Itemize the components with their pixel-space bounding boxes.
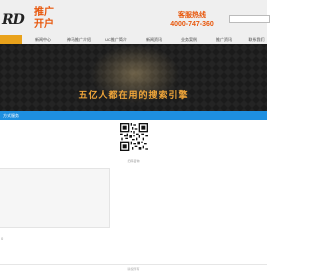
qr-code-icon: [120, 123, 148, 151]
qr-caption: 扫码咨询: [127, 159, 140, 163]
footer-divider: [0, 264, 267, 265]
nav-item-home[interactable]: [0, 35, 22, 44]
hotline: 客服热线 4000-747-360: [164, 11, 220, 29]
logo-mark: RD: [2, 12, 25, 28]
hotline-label: 客服热线: [178, 12, 206, 19]
nav-item-cases[interactable]: 业务案例: [177, 35, 201, 44]
section-title: 方式服务: [3, 113, 19, 118]
footer-text: 版权所有: [127, 267, 140, 271]
search-input[interactable]: [229, 15, 270, 23]
nav-item-shenma[interactable]: 神马推广介绍: [64, 35, 94, 44]
site-header: RD 推广 开户 客服热线 4000-747-360: [0, 0, 270, 36]
nav-item-news[interactable]: 新闻资讯: [142, 35, 166, 44]
nav-item-news-center[interactable]: 新闻中心: [30, 35, 56, 44]
hero-slogan: 五亿人都在用的搜索引擎: [78, 90, 189, 100]
side-mark: 0: [1, 236, 4, 241]
section-header: 方式服务: [0, 111, 267, 120]
logo-line-2: 开户: [34, 19, 54, 30]
logo-text: 推广 开户: [34, 7, 54, 31]
nav-item-promo-info[interactable]: 推广资讯: [212, 35, 236, 44]
content-card: [0, 168, 110, 228]
hotline-number: 4000-747-360: [170, 21, 214, 28]
nav-item-contact[interactable]: 联系我们: [246, 35, 267, 44]
nav-item-uc[interactable]: UC推广简介: [101, 35, 131, 44]
hero-banner: 五亿人都在用的搜索引擎: [0, 44, 267, 111]
site-logo[interactable]: RD 推广 开户: [0, 0, 68, 34]
logo-line-1: 推广: [34, 7, 54, 18]
